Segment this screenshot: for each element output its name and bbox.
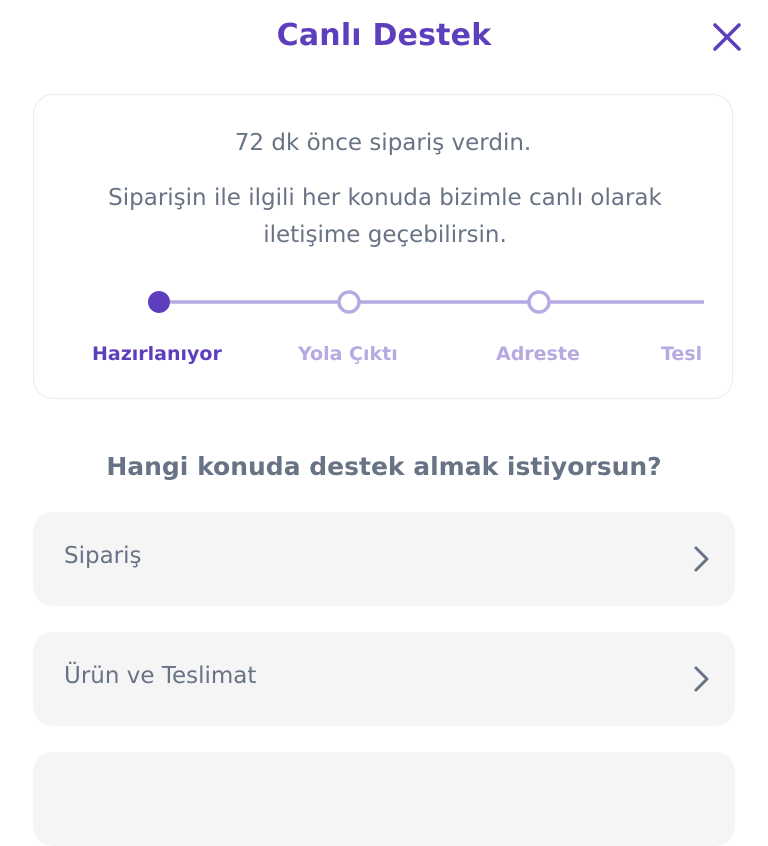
- topic-label: Ürün ve Teslimat: [64, 663, 257, 689]
- topic-item-more[interactable]: [33, 752, 735, 846]
- close-button[interactable]: [706, 18, 750, 58]
- step-dot-preparing: [148, 291, 170, 313]
- step-label-on-the-way: Yola Çıktı: [298, 343, 398, 365]
- topic-item-product-delivery[interactable]: Ürün ve Teslimat: [33, 632, 735, 726]
- chevron-right-icon: [694, 546, 709, 572]
- section-title: Hangi konuda destek almak istiyorsun?: [106, 452, 662, 481]
- topic-label: Sipariş: [64, 543, 142, 569]
- page-title: Canlı Destek: [276, 18, 492, 53]
- step-label-preparing: Hazırlanıyor: [92, 343, 222, 365]
- step-label-at-address: Adreste: [496, 343, 580, 365]
- order-progress-tracker: Hazırlanıyor Yola Çıktı Adreste Tesl: [34, 95, 732, 398]
- header: Canlı Destek: [0, 0, 768, 78]
- chevron-right-icon: [694, 666, 709, 692]
- step-label-delivered: Tesl: [661, 343, 703, 365]
- topic-item-order[interactable]: Sipariş: [33, 512, 735, 606]
- close-icon: [713, 23, 741, 51]
- step-dot-on-the-way: [337, 290, 361, 314]
- step-dot-at-address: [527, 290, 551, 314]
